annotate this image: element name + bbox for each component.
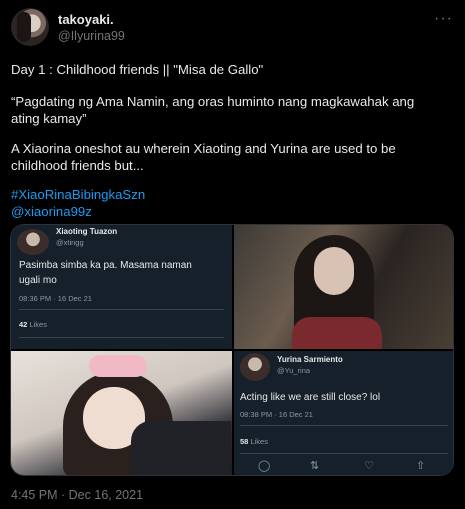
photo-clothing — [292, 317, 382, 349]
embedded-body: Acting like we are still close? lol — [240, 392, 381, 403]
photo-face — [314, 247, 354, 295]
retweet-icon: ⇅ — [310, 460, 320, 472]
media-grid[interactable]: Xiaoting Tuazon @xtingg Pasimba simba ka… — [10, 224, 454, 476]
author-name[interactable]: takoyaki. — [58, 12, 114, 27]
more-options-icon[interactable]: ··· — [434, 10, 453, 28]
divider — [240, 453, 448, 454]
tweet-text-line: childhood friends but... — [11, 158, 144, 173]
embedded-handle: @Yu_rina — [277, 366, 311, 375]
embedded-body: ugali mo — [19, 275, 57, 286]
mention-link[interactable]: @xiaorina99z — [11, 203, 451, 220]
divider — [19, 309, 224, 310]
embedded-body: Pasimba simba ka pa. Masama naman — [19, 260, 192, 271]
embedded-handle: @xtingg — [56, 238, 84, 247]
embedded-time: 08:36 PM · 16 Dec 21 — [19, 294, 92, 303]
reply-icon: ◯ — [258, 460, 271, 472]
divider — [19, 337, 224, 338]
embedded-name: Yurina Sarmiento — [277, 355, 343, 364]
like-icon: ♡ — [364, 460, 374, 472]
embedded-likes: 58 Likes — [240, 437, 268, 446]
tweet-timestamp[interactable]: 4:45 PM · Dec 16, 2021 — [11, 488, 143, 502]
media-image-2[interactable] — [234, 225, 453, 349]
likes-count: 58 — [240, 437, 249, 446]
tweet-text-line: A Xiaorina oneshot au wherein Xiaoting a… — [11, 141, 396, 156]
embedded-avatar — [240, 353, 270, 381]
share-icon: ⇧ — [416, 460, 426, 472]
photo-jacket — [131, 421, 231, 475]
author-avatar[interactable] — [11, 8, 49, 46]
embedded-name: Xiaoting Tuazon — [56, 227, 118, 236]
embedded-likes: 42 Likes — [19, 320, 47, 329]
likes-label: Likes — [250, 437, 268, 446]
likes-label: Likes — [29, 320, 47, 329]
tweet-header: takoyaki. @Ilyurina99 ··· — [11, 8, 455, 48]
media-image-1[interactable]: Xiaoting Tuazon @xtingg Pasimba simba ka… — [11, 225, 232, 349]
likes-count: 42 — [19, 320, 28, 329]
embedded-avatar — [17, 229, 49, 255]
headband-ears — [89, 355, 147, 377]
tweet-text-line: “Pagdating ng Ama Namin, ang oras humint… — [11, 94, 415, 109]
embedded-time: 08:38 PM · 16 Dec 21 — [240, 410, 313, 419]
tweet-text-line: Day 1 : Childhood friends || "Misa de Ga… — [11, 62, 264, 77]
divider — [240, 425, 448, 426]
media-image-3[interactable] — [11, 351, 232, 475]
hashtag-link[interactable]: #XiaoRinaBibingkaSzn — [11, 186, 451, 203]
media-image-4[interactable]: Yurina Sarmiento @Yu_rina Acting like we… — [234, 351, 453, 475]
tweet-text-line: ating kamay” — [11, 111, 87, 126]
author-handle[interactable]: @Ilyurina99 — [58, 29, 125, 43]
